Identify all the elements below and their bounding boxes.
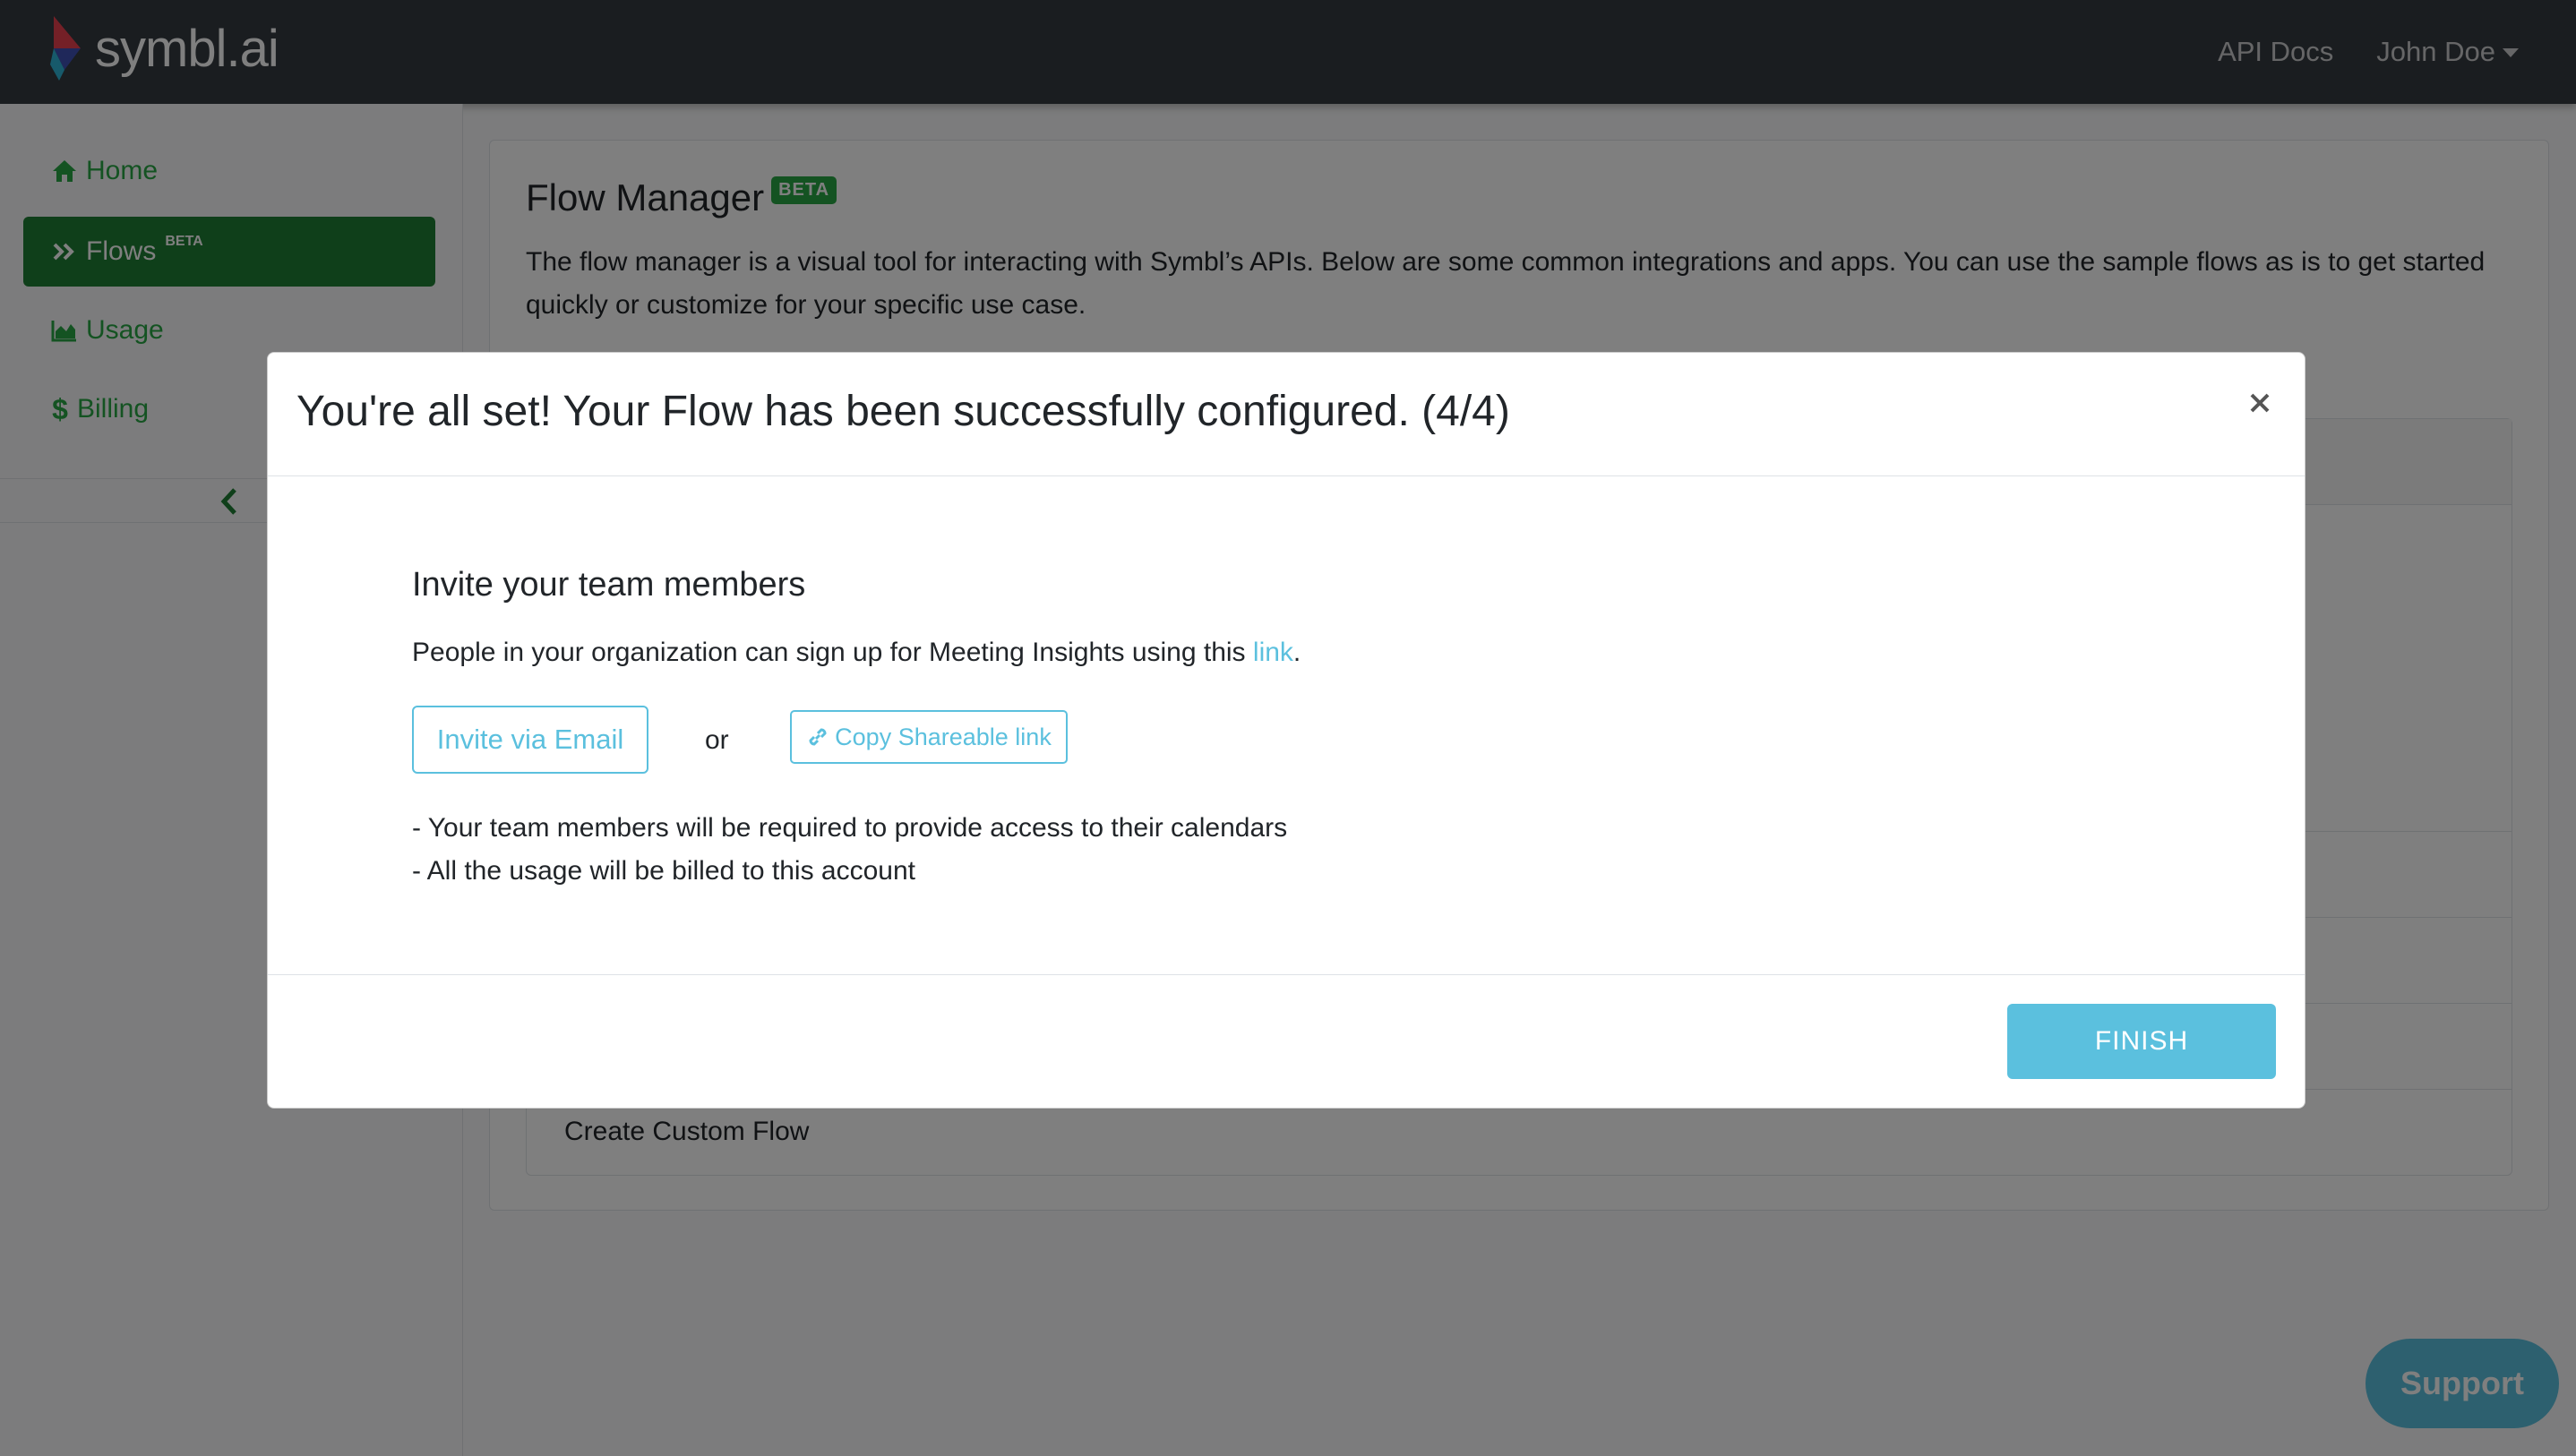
note-billing: - All the usage will be billed to this a… xyxy=(412,856,915,886)
or-separator: or xyxy=(705,725,729,755)
copy-link-label: Copy Shareable link xyxy=(835,723,1052,750)
link-icon xyxy=(809,728,827,746)
invite-via-email-button[interactable]: Invite via Email xyxy=(412,706,648,774)
note-calendar-access: - Your team members will be required to … xyxy=(412,813,1288,843)
invite-description: People in your organization can sign up … xyxy=(412,638,1301,668)
invite-text-after: . xyxy=(1292,638,1301,667)
invite-heading: Invite your team members xyxy=(412,566,806,604)
modal-body: Invite your team members People in your … xyxy=(268,476,2305,1327)
signup-link[interactable]: link xyxy=(1253,638,1293,667)
close-icon[interactable] xyxy=(2242,385,2278,421)
copy-shareable-link-button[interactable]: Copy Shareable link xyxy=(790,710,1068,764)
finish-button[interactable]: FINISH xyxy=(2007,1004,2276,1079)
flow-configured-modal: You're all set! Your Flow has been succe… xyxy=(267,352,2306,1109)
modal-title: You're all set! Your Flow has been succe… xyxy=(296,388,1510,435)
modal-header: You're all set! Your Flow has been succe… xyxy=(268,353,2305,476)
invite-text-before: People in your organization can sign up … xyxy=(412,638,1253,667)
modal-footer-divider xyxy=(268,974,2305,975)
